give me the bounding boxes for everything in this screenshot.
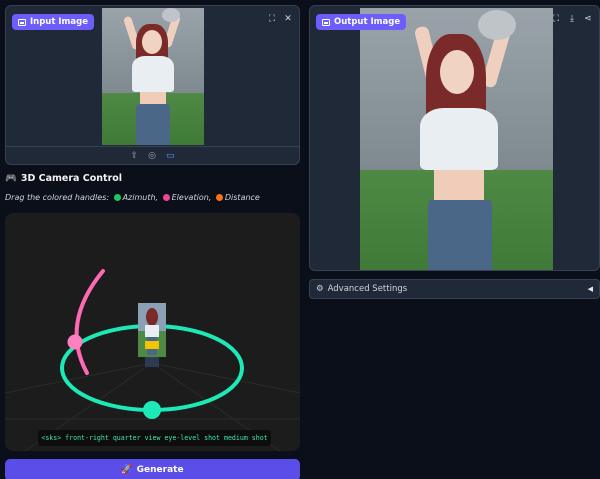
distance-dot-icon (215, 194, 223, 201)
image-icon (322, 18, 330, 26)
input-source-bar: ⇪ ◎ ▭ (6, 146, 299, 164)
output-image-label: Output Image (334, 17, 401, 27)
clipboard-icon[interactable]: ▭ (166, 151, 175, 161)
input-image-label: Input Image (30, 17, 88, 27)
rocket-icon: 🚀 (121, 465, 133, 475)
input-toolbar: ⛶ ✕ (267, 14, 293, 24)
camera-control-hint: Drag the colored handles: Azimuth, Eleva… (5, 193, 260, 202)
input-image-panel[interactable]: Input Image ⛶ ✕ ⇪ ◎ ▭ (5, 5, 300, 165)
advanced-settings-accordion[interactable]: ⚙ Advanced Settings ◀ (309, 279, 600, 299)
camera-scene (5, 269, 300, 451)
elevation-arc (74, 269, 105, 375)
webcam-icon[interactable]: ◎ (148, 151, 156, 161)
generate-button[interactable]: 🚀 Generate (5, 459, 300, 479)
azimuth-dot-icon (113, 194, 121, 201)
output-image-panel[interactable]: Output Image ⛶ ⤓ ⋖ (309, 5, 600, 271)
gear-icon: ⚙ (316, 284, 324, 294)
output-photo (360, 8, 553, 270)
input-photo (102, 8, 204, 145)
azimuth-handle[interactable] (143, 401, 161, 419)
elevation-dot-icon (162, 194, 170, 201)
fullscreen-icon[interactable]: ⛶ (551, 14, 561, 24)
close-icon[interactable]: ✕ (283, 14, 293, 24)
output-toolbar: ⛶ ⤓ ⋖ (551, 14, 593, 24)
collapse-arrow-icon[interactable]: ◀ (588, 285, 593, 293)
camera-prompt-readout: <sks> front-right quarter view eye-level… (38, 430, 271, 446)
fullscreen-icon[interactable]: ⛶ (267, 14, 277, 24)
camera-control-title: 🎮 3D Camera Control (5, 173, 123, 184)
output-image-badge: Output Image (316, 14, 407, 30)
upload-icon[interactable]: ⇪ (131, 151, 139, 161)
advanced-settings-label: Advanced Settings (327, 284, 408, 294)
camera-3d-viewport[interactable]: <sks> front-right quarter view eye-level… (5, 213, 300, 451)
image-icon (18, 18, 26, 26)
subject-card (138, 303, 166, 367)
share-icon[interactable]: ⋖ (583, 14, 593, 24)
elevation-handle[interactable] (67, 334, 83, 350)
download-icon[interactable]: ⤓ (567, 14, 577, 24)
input-image-badge: Input Image (12, 14, 94, 30)
gamepad-icon: 🎮 (5, 173, 17, 184)
